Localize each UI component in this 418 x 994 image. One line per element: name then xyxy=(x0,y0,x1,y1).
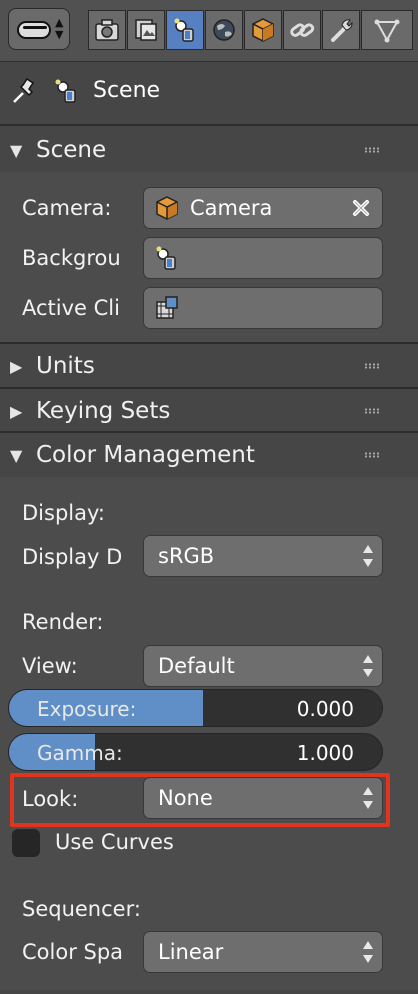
context-title: Scene xyxy=(93,78,161,103)
render-icon xyxy=(95,19,119,41)
tab-world[interactable] xyxy=(205,10,243,50)
panel-title-scene: Scene xyxy=(36,137,107,163)
expanded-triangle-icon: ▼ xyxy=(10,140,23,160)
panel-header-scene[interactable]: ▼ Scene xyxy=(0,128,418,172)
use-curves-checkbox[interactable] xyxy=(12,829,40,857)
constraints-icon xyxy=(290,23,315,37)
tab-constraints[interactable] xyxy=(283,10,321,50)
expanded-triangle-icon: ▼ xyxy=(10,445,23,465)
editor-type-icon xyxy=(17,21,51,39)
look-highlight-box xyxy=(10,773,390,827)
editor-type-selector[interactable]: ▲ ▼ xyxy=(8,8,70,50)
panel-header-keying-sets[interactable]: ▶ Keying Sets xyxy=(0,389,418,433)
gamma-value: 1.000 xyxy=(296,741,354,765)
camera-object-icon xyxy=(156,196,178,220)
scene-icon xyxy=(174,18,194,42)
updown-arrows-icon xyxy=(363,655,373,677)
active-clip-label: Active Cli xyxy=(22,296,120,320)
drag-grip-icon[interactable] xyxy=(364,363,380,369)
drag-grip-icon[interactable] xyxy=(364,147,380,153)
movie-clip-icon xyxy=(156,296,178,319)
tab-object-data[interactable] xyxy=(361,10,413,50)
updown-arrows-icon xyxy=(363,941,373,963)
modifiers-icon xyxy=(331,19,353,42)
pin-icon[interactable] xyxy=(10,76,40,106)
gamma-label: Gamma: xyxy=(37,741,123,765)
display-device-value: sRGB xyxy=(158,544,215,568)
camera-value: Camera xyxy=(190,196,273,220)
exposure-label: Exposure: xyxy=(37,697,137,721)
collapsed-triangle-icon: ▶ xyxy=(10,401,23,421)
color-space-value: Linear xyxy=(158,940,224,964)
tab-scene[interactable] xyxy=(166,10,204,50)
updown-arrows-icon xyxy=(363,545,373,567)
active-clip-field[interactable] xyxy=(143,287,383,329)
camera-field[interactable]: Camera xyxy=(143,187,383,229)
object-data-icon xyxy=(374,19,400,43)
tab-object[interactable] xyxy=(244,10,282,50)
use-curves-label[interactable]: Use Curves xyxy=(55,830,174,854)
view-select[interactable]: Default xyxy=(143,645,383,687)
exposure-value: 0.000 xyxy=(296,697,354,721)
panel-header-color-management[interactable]: ▼ Color Management xyxy=(0,433,418,477)
tab-modifiers[interactable] xyxy=(322,10,360,50)
clear-x-icon[interactable] xyxy=(350,197,372,219)
scene-icon xyxy=(156,246,176,270)
tab-render-layers[interactable] xyxy=(127,10,165,50)
display-device-label: Display D xyxy=(22,545,123,569)
collapsed-triangle-icon: ▶ xyxy=(10,356,23,376)
panel-title-color-management: Color Management xyxy=(36,442,255,468)
drag-grip-icon[interactable] xyxy=(364,408,380,414)
color-space-label: Color Spa xyxy=(22,940,124,964)
view-value: Default xyxy=(158,654,235,678)
panel-title-units: Units xyxy=(36,353,95,379)
scene-icon xyxy=(55,79,76,103)
world-icon xyxy=(213,19,235,41)
sequencer-heading: Sequencer: xyxy=(22,897,141,921)
drag-grip-icon[interactable] xyxy=(364,452,380,458)
panel-title-keying-sets: Keying Sets xyxy=(36,398,171,424)
display-heading: Display: xyxy=(22,501,105,525)
camera-label: Camera: xyxy=(22,196,112,220)
background-label: Backgrou xyxy=(22,246,121,270)
render-layers-icon xyxy=(135,19,157,41)
color-space-select[interactable]: Linear xyxy=(143,931,383,973)
background-scene-field[interactable] xyxy=(143,237,383,279)
tab-render[interactable] xyxy=(88,10,126,50)
panel-header-units[interactable]: ▶ Units xyxy=(0,344,418,388)
exposure-slider[interactable]: Exposure: 0.000 xyxy=(8,689,383,727)
view-label: View: xyxy=(22,654,78,678)
display-device-select[interactable]: sRGB xyxy=(143,535,383,577)
divider xyxy=(0,124,418,126)
object-icon xyxy=(252,18,274,42)
gamma-slider[interactable]: Gamma: 1.000 xyxy=(8,733,383,771)
render-heading: Render: xyxy=(22,610,104,634)
updown-arrows-icon: ▲ ▼ xyxy=(55,16,64,41)
